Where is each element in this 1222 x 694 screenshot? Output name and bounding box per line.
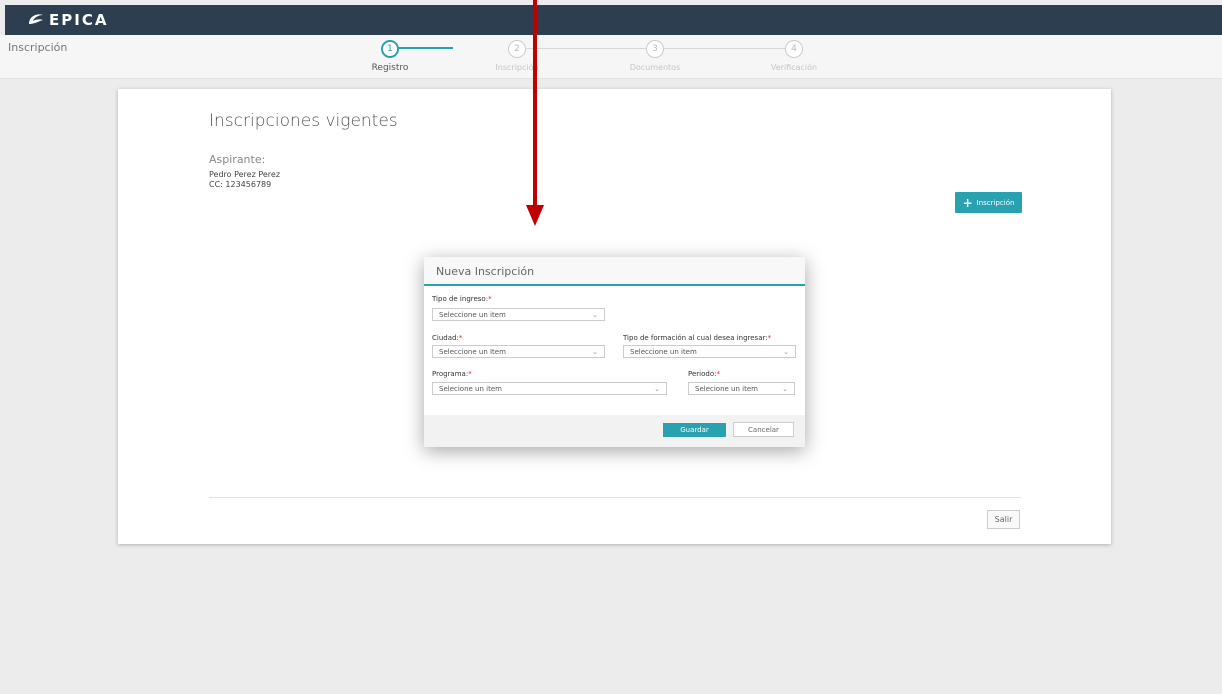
tipo-ingreso-value: Seleccione un item xyxy=(439,310,506,319)
tipo-formacion-label-text: Tipo de formación al cual desea ingresar… xyxy=(623,334,768,342)
new-inscription-modal: Nueva Inscripción Tipo de ingreso:* Sele… xyxy=(424,257,805,447)
tipo-ingreso-label-text: Tipo de ingreso: xyxy=(432,295,489,303)
chevron-down-icon: ⌄ xyxy=(782,384,788,393)
step-number: 4 xyxy=(785,40,803,58)
required-marker: * xyxy=(468,370,472,378)
step-label: Documentos xyxy=(629,63,681,72)
aspirante-document: CC: 123456789 xyxy=(209,180,272,189)
periodo-value: Selecione un item xyxy=(695,384,758,393)
add-inscription-button[interactable]: + Inscripción xyxy=(955,192,1022,213)
required-marker: * xyxy=(716,370,720,378)
chevron-down-icon: ⌄ xyxy=(592,347,598,356)
logo-swoosh-icon xyxy=(29,14,43,24)
required-marker: * xyxy=(488,295,492,303)
logo-text: EPICA xyxy=(49,11,109,29)
top-bar: EPICA xyxy=(5,5,1222,35)
programa-label: Programa:* xyxy=(432,370,472,378)
modal-header: Nueva Inscripción xyxy=(424,257,805,286)
save-button[interactable]: Guardar xyxy=(663,423,726,437)
page-title: Inscripciones vigentes xyxy=(209,111,398,131)
tipo-ingreso-label: Tipo de ingreso:* xyxy=(432,295,492,303)
tipo-ingreso-select[interactable]: Seleccione un item ⌄ xyxy=(432,308,605,321)
aspirante-name: Pedro Perez Perez xyxy=(209,170,281,179)
page-label: Inscripción xyxy=(8,41,68,54)
step-number: 3 xyxy=(646,40,664,58)
periodo-label-text: Periodo: xyxy=(688,370,717,378)
programa-label-text: Programa: xyxy=(432,370,469,378)
programa-select[interactable]: Selecione un item ⌄ xyxy=(432,382,667,395)
exit-button[interactable]: Salir xyxy=(987,510,1020,529)
chevron-down-icon: ⌄ xyxy=(783,347,789,356)
chevron-down-icon: ⌄ xyxy=(654,384,660,393)
annotation-arrow-icon xyxy=(526,0,544,226)
required-marker: * xyxy=(767,334,772,342)
sub-header: Inscripción 1 Registro 2 Inscripción 3 D… xyxy=(0,35,1222,79)
modal-title: Nueva Inscripción xyxy=(436,265,535,278)
step-verificacion[interactable]: 4 Verificación xyxy=(764,40,824,72)
plus-icon: + xyxy=(962,195,973,210)
app-logo[interactable]: EPICA xyxy=(27,11,108,29)
add-inscription-label: Inscripción xyxy=(976,198,1015,207)
step-registro[interactable]: 1 Registro xyxy=(360,40,420,73)
card-divider xyxy=(209,497,1021,498)
periodo-select[interactable]: Selecione un item ⌄ xyxy=(688,382,795,395)
step-label: Verificación xyxy=(770,63,818,72)
step-documentos[interactable]: 3 Documentos xyxy=(625,40,685,72)
step-number: 1 xyxy=(381,40,399,58)
ciudad-label: Ciudad:* xyxy=(432,334,462,342)
ciudad-value: Seleccione un Item xyxy=(439,347,506,356)
aspirante-label: Aspirante: xyxy=(209,153,266,166)
tipo-formacion-select[interactable]: Seleccione un item ⌄ xyxy=(623,345,796,358)
cancel-button[interactable]: Cancelar xyxy=(733,422,794,437)
programa-value: Selecione un item xyxy=(439,384,502,393)
ciudad-select[interactable]: Seleccione un Item ⌄ xyxy=(432,345,605,358)
tipo-formacion-label: Tipo de formación al cual desea ingresar… xyxy=(623,334,771,342)
modal-footer: Guardar Cancelar xyxy=(424,415,805,447)
required-marker: * xyxy=(458,334,463,342)
chevron-down-icon: ⌄ xyxy=(592,310,598,319)
tipo-formacion-value: Seleccione un item xyxy=(630,347,697,356)
step-label: Registro xyxy=(371,63,409,73)
ciudad-label-text: Ciudad: xyxy=(432,334,459,342)
periodo-label: Periodo:* xyxy=(688,370,720,378)
